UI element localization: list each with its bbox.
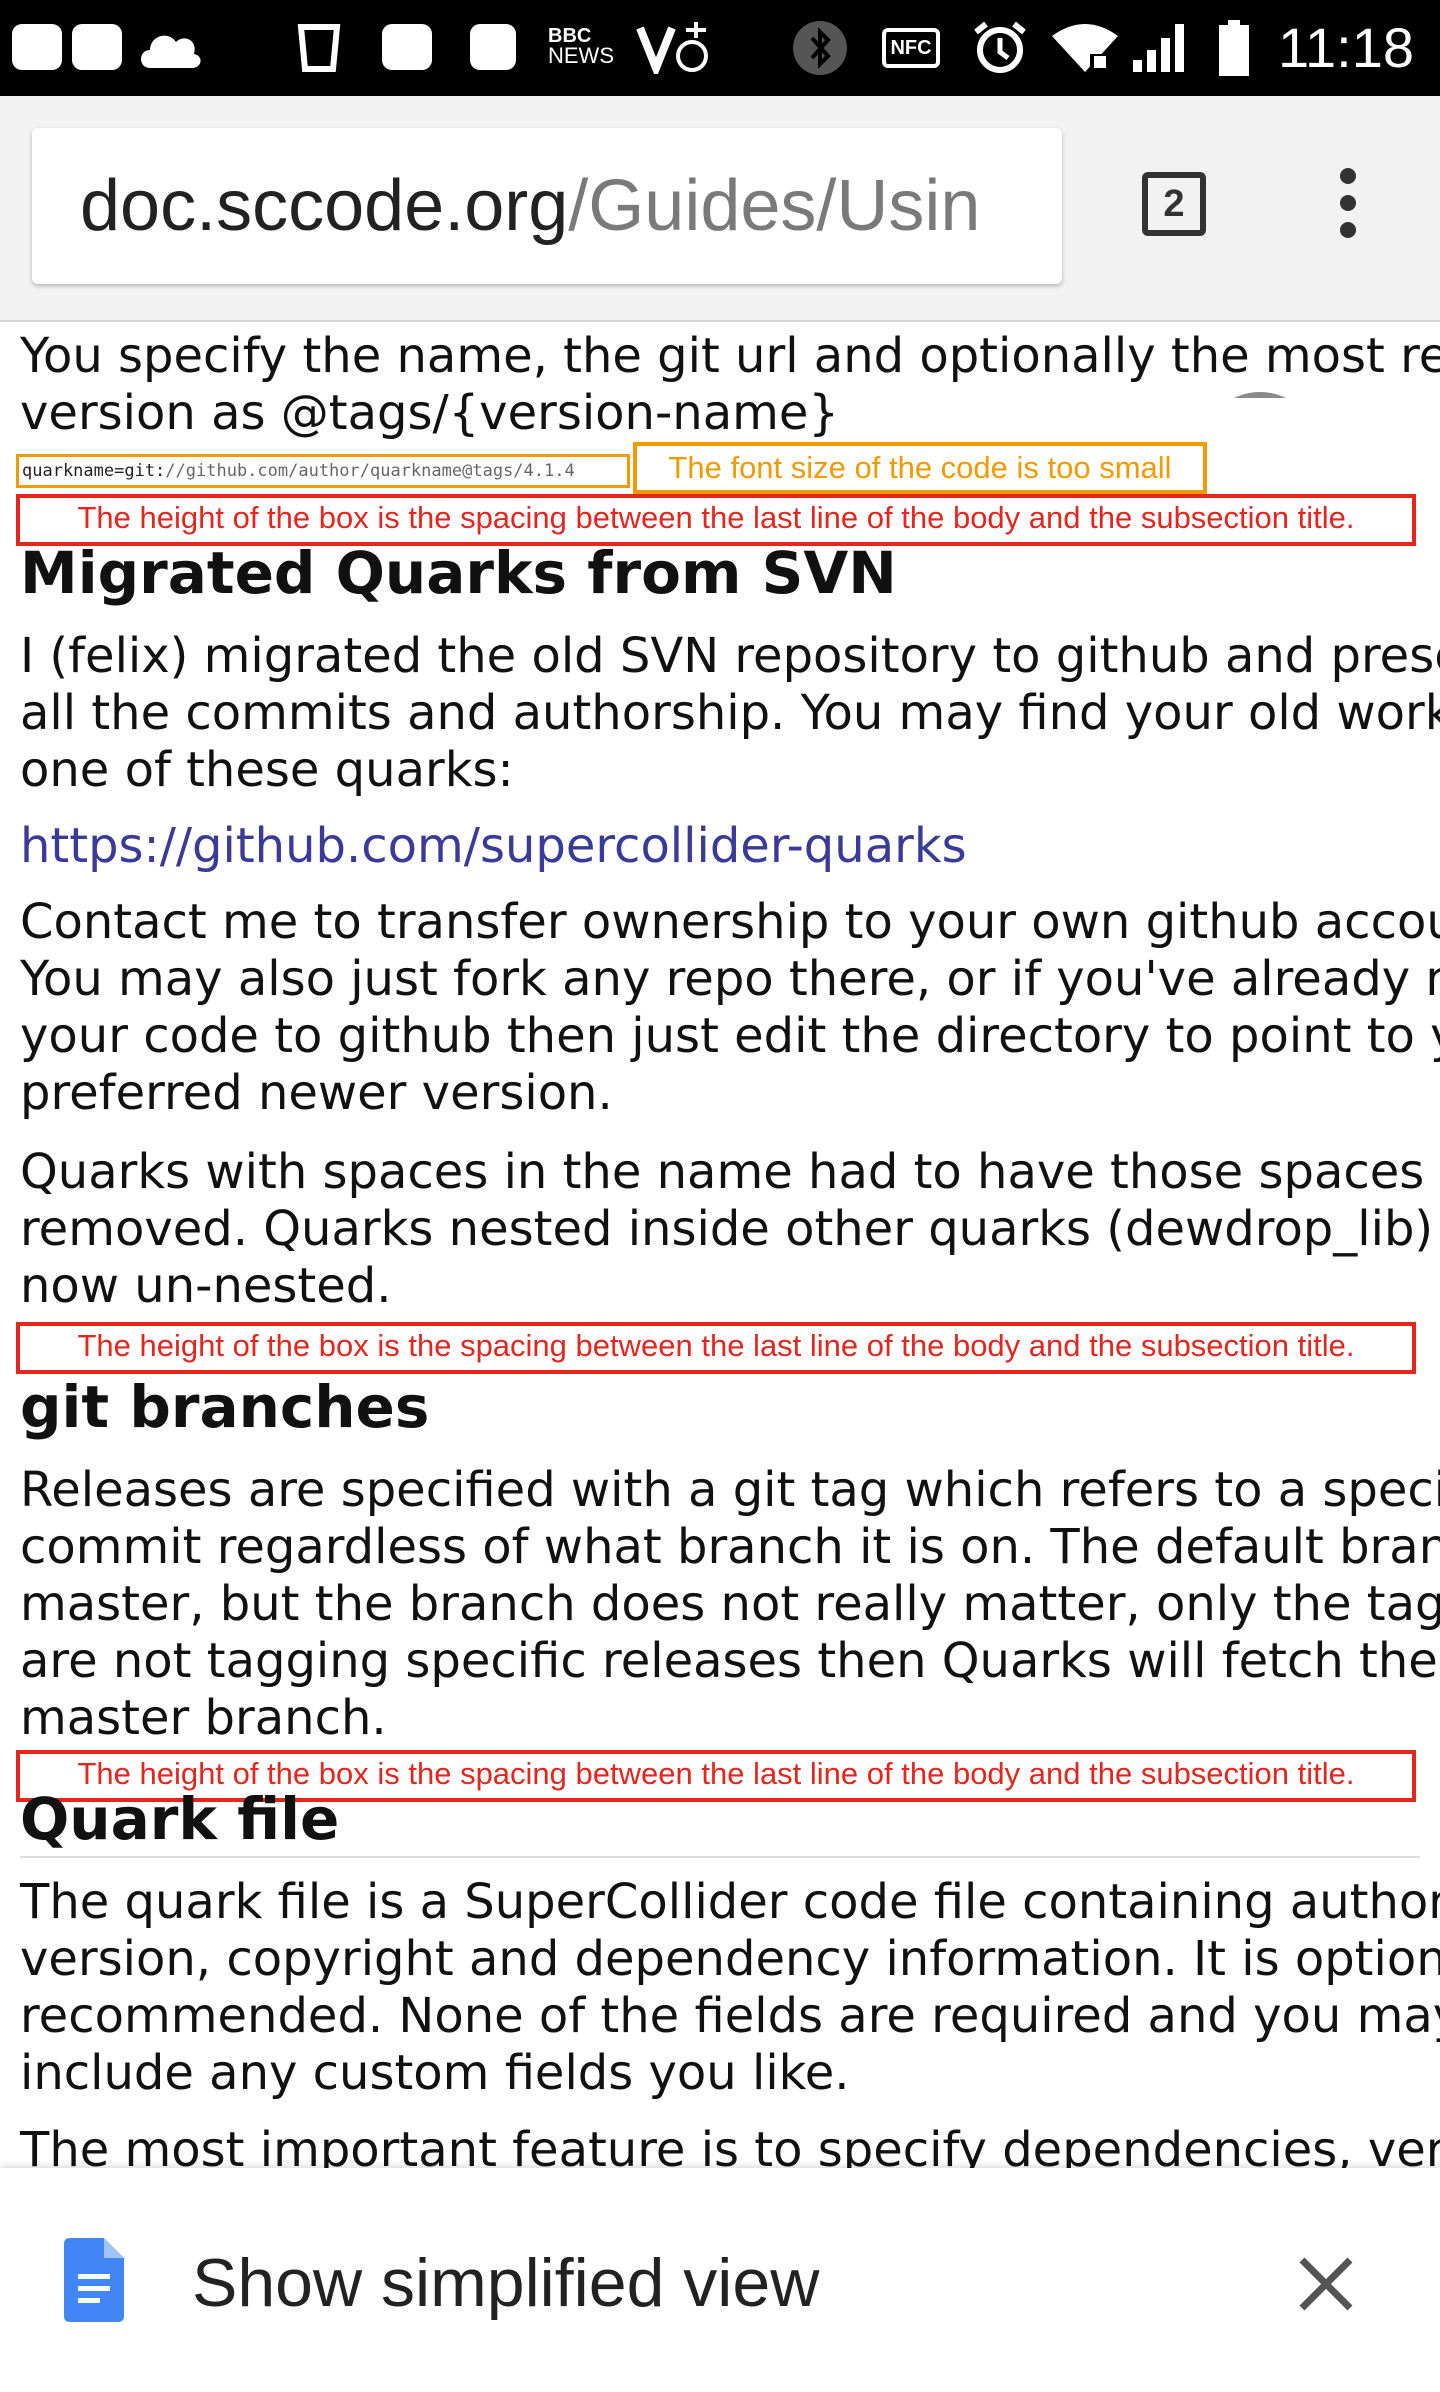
url-text: doc.sccode.org/Guides/Usin	[80, 166, 980, 246]
migrated-p1-line-1: I (felix) migrated the old SVN repositor…	[20, 628, 1440, 684]
intro-line-2: version as @tags/{version-name}	[20, 385, 839, 441]
dictionary-icon	[470, 24, 516, 70]
quarkfile-line-2: version, copyright and dependency inform…	[20, 1931, 1440, 1987]
show-simplified-view-label[interactable]: Show simplified view	[192, 2246, 819, 2320]
branches-line-3: master, but the branch does not really m…	[20, 1576, 1440, 1632]
browser-toolbar: doc.sccode.org/Guides/Usin 2	[0, 96, 1440, 322]
bbc-news-icon: BBC NEWS	[548, 26, 614, 68]
address-bar[interactable]: doc.sccode.org/Guides/Usin	[32, 128, 1062, 284]
calendar-icon	[72, 24, 122, 70]
branches-line-5: master branch.	[20, 1690, 387, 1746]
cloud-icon	[134, 22, 206, 74]
migrated-p3-line-1: Quarks with spaces in the name had to ha…	[20, 1144, 1425, 1200]
chat-icon	[12, 24, 62, 70]
branches-line-2: commit regardless of what branch it is o…	[20, 1519, 1440, 1575]
section-divider	[20, 1856, 1420, 1858]
heading-quark-file: Quark file	[20, 1785, 340, 1853]
annotation-font-size: The font size of the code is too small	[633, 442, 1207, 494]
heading-migrated-quarks: Migrated Quarks from SVN	[20, 539, 897, 607]
branches-line-4: are not tagging specific releases then Q…	[20, 1633, 1438, 1689]
migrated-p1-line-3: one of these quarks:	[20, 742, 514, 798]
migrated-p3-line-3: now un-nested.	[20, 1258, 392, 1314]
code-prefix: quarkname=git:	[22, 461, 166, 481]
nfc-icon: NFC	[880, 22, 942, 74]
bbc-bottom: NEWS	[548, 43, 614, 68]
nfc-label: NFC	[882, 28, 940, 68]
url-host: doc.sccode.org	[80, 166, 569, 246]
quarks-github-link[interactable]: https://github.com/supercollider-quarks	[20, 818, 1430, 876]
url-path: /Guides/Usin	[568, 166, 981, 246]
heading-git-branches: git branches	[20, 1373, 430, 1441]
battery-icon	[1216, 20, 1252, 76]
migrated-p3-line-2: removed. Quarks nested inside other quar…	[20, 1201, 1440, 1257]
code-path: //github.com/author/quarkname@tags/4.1.4	[165, 461, 575, 481]
annotation-spacing-2: The height of the box is the spacing bet…	[16, 1322, 1416, 1374]
migrated-p2-line-4: preferred newer version.	[20, 1065, 613, 1121]
more-menu-icon[interactable]	[1328, 168, 1368, 248]
code-line: quarkname=git://github.com/author/quarkn…	[22, 460, 575, 482]
page-content: You specify the name, the git url and op…	[0, 322, 1440, 2168]
tab-switcher-button[interactable]: 2	[1142, 172, 1206, 236]
quarkfile-p2-line-1: The most important feature is to specify…	[20, 2122, 1440, 2168]
simplified-view-bar[interactable]: Show simplified view	[0, 2168, 1440, 2392]
bluetooth-icon	[790, 21, 850, 75]
migrated-p1-line-2: all the commits and authorship. You may …	[20, 685, 1440, 741]
close-icon[interactable]	[1298, 2256, 1354, 2312]
document-icon	[64, 2238, 124, 2322]
migrated-p2-line-1: Contact me to transfer ownership to your…	[20, 894, 1440, 950]
wifi-icon	[1050, 22, 1120, 74]
status-bar: BBC NEWS NFC 11:18	[0, 0, 1440, 96]
signal-icon	[1130, 22, 1192, 74]
migrated-p2-line-3: your code to github then just edit the d…	[20, 1008, 1440, 1064]
clock: 11:18	[1278, 16, 1414, 79]
quarkfile-line-1: The quark file is a SuperCollider code f…	[20, 1874, 1440, 1930]
alarm-icon	[970, 21, 1030, 74]
news-icon	[382, 24, 432, 70]
intro-line-1: You specify the name, the git url and op…	[20, 328, 1440, 384]
v1-icon	[636, 22, 712, 74]
branches-line-1: Releases are specified with a git tag wh…	[20, 1462, 1440, 1518]
quarkfile-line-4: include any custom fields you like.	[20, 2045, 850, 2101]
cup-icon	[294, 22, 344, 74]
migrated-p2-line-2: You may also just fork any repo there, o…	[20, 951, 1440, 1007]
quarkfile-line-3: recommended. None of the fields are requ…	[20, 1988, 1440, 2044]
